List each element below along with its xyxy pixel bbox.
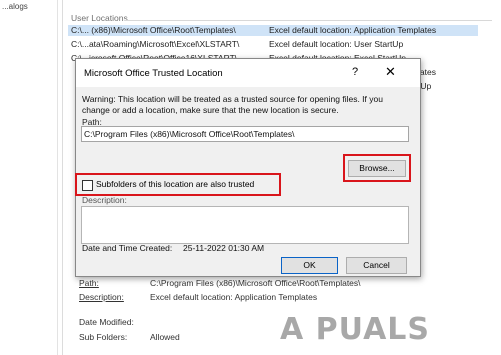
left-navigation-pane: ...alogs	[0, 0, 58, 355]
warning-text: Warning: This location will be treated a…	[82, 94, 383, 115]
section-divider	[124, 20, 492, 21]
details-path-value: C:\Program Files (x86)\Microsoft Office\…	[150, 278, 361, 288]
location-description: Excel default location: User StartUp	[269, 39, 404, 49]
ok-button[interactable]: OK	[281, 257, 338, 274]
left-pane-cut-text: ...alogs	[2, 2, 28, 11]
location-row[interactable]: C:\... (x86)\Microsoft Office\Root\Templ…	[68, 25, 478, 36]
details-date-modified-label: Date Modified:	[79, 317, 134, 327]
trusted-location-dialog: Microsoft Office Trusted Location ? ✕ Wa…	[75, 58, 421, 277]
details-description-label: Description:	[79, 292, 124, 302]
location-row[interactable]: C:\...ata\Roaming\Microsoft\Excel\XLSTAR…	[68, 39, 478, 50]
close-icon[interactable]: ✕	[385, 64, 396, 80]
description-input[interactable]	[81, 206, 409, 244]
help-icon[interactable]: ?	[352, 66, 358, 78]
dialog-titlebar[interactable]: Microsoft Office Trusted Location ? ✕	[76, 59, 420, 87]
details-path-label: Path:	[79, 278, 99, 288]
date-created-label: Date and Time Created:	[82, 243, 173, 253]
details-subfolders-label: Sub Folders:	[79, 332, 128, 342]
location-description: Excel default location: Application Temp…	[269, 25, 437, 35]
cancel-button[interactable]: Cancel	[346, 257, 407, 274]
location-path: C:\... (x86)\Microsoft Office\Root\Templ…	[71, 25, 236, 35]
path-input[interactable]: C:\Program Files (x86)\Microsoft Office\…	[81, 126, 409, 142]
subfolders-checkbox[interactable]	[82, 180, 93, 191]
date-created-value: 25-11-2022 01:30 AM	[183, 243, 265, 253]
subfolders-label[interactable]: Subfolders of this location are also tru…	[96, 179, 254, 189]
watermark-logo: A PUALS	[280, 312, 431, 347]
details-subfolders-value: Allowed	[150, 332, 180, 342]
details-description-value: Excel default location: Application Temp…	[150, 292, 318, 302]
description-label: Description:	[82, 195, 127, 205]
location-path: C:\...ata\Roaming\Microsoft\Excel\XLSTAR…	[71, 39, 240, 49]
browse-button[interactable]: Browse...	[348, 160, 406, 177]
section-title: User Locations	[71, 13, 128, 23]
dialog-title: Microsoft Office Trusted Location	[84, 68, 223, 79]
